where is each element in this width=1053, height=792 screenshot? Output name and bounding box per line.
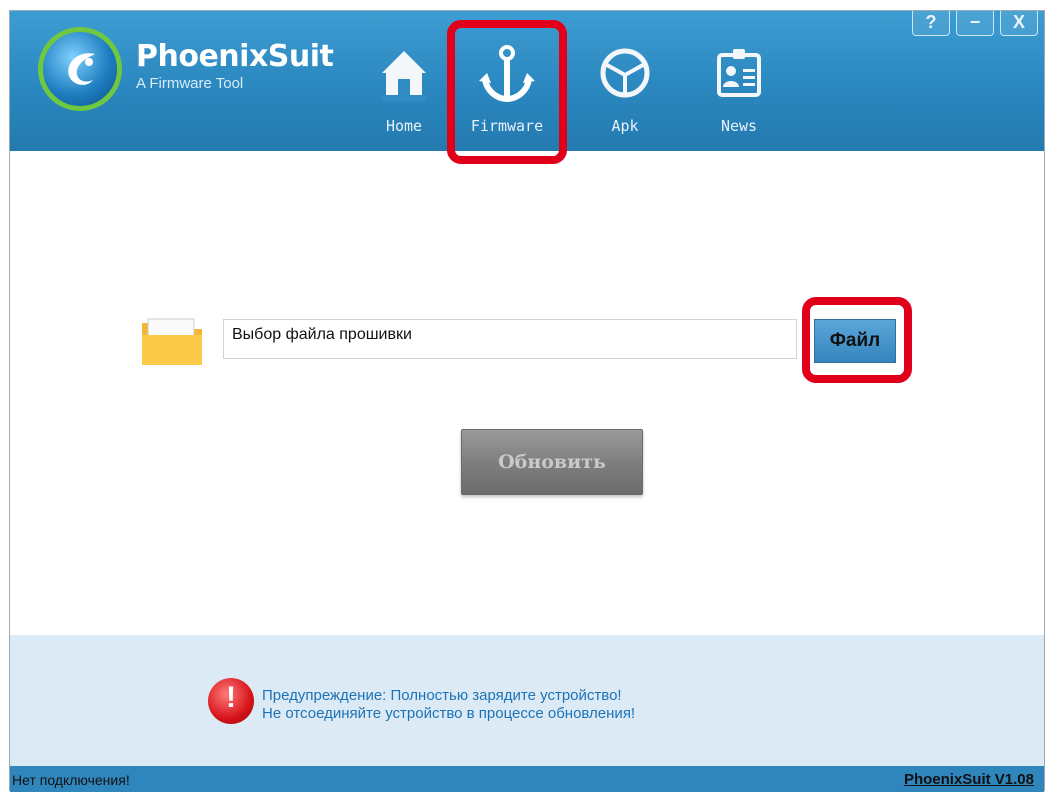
home-icon	[382, 51, 426, 101]
file-button[interactable]: Файл	[814, 319, 896, 363]
apk-icon	[600, 48, 650, 98]
firmware-file-input[interactable]: Выбор файла прошивки	[223, 319, 797, 359]
header: PhoenixSuit A Firmware Tool Home Firmwar…	[10, 11, 1044, 151]
warning-line-2: Не отсоединяйте устройство в процессе об…	[262, 705, 636, 722]
connection-status: Нет подключения!	[12, 772, 130, 788]
status-bar: Нет подключения! PhoenixSuit V1.08	[10, 766, 1044, 792]
app-window: PhoenixSuit A Firmware Tool Home Firmwar…	[9, 10, 1045, 792]
nav-news[interactable]: News	[691, 33, 787, 151]
folder-icon	[142, 318, 202, 365]
window-controls: ? − X	[912, 11, 1038, 36]
version-link[interactable]: PhoenixSuit V1.08	[904, 771, 1034, 788]
help-button[interactable]: ?	[912, 11, 950, 36]
warning-icon: !	[208, 678, 254, 724]
warning-panel: ! Предупреждение: Полностью зарядите уст…	[10, 635, 1044, 766]
anchor-icon	[479, 45, 535, 103]
close-button[interactable]: X	[1000, 11, 1038, 36]
app-brand: PhoenixSuit	[136, 39, 334, 74]
app-tagline: A Firmware Tool	[136, 75, 244, 92]
nav-apk-label: Apk	[611, 117, 639, 135]
news-icon	[717, 49, 761, 97]
update-button[interactable]: Обновить	[461, 429, 643, 495]
nav-home[interactable]: Home	[356, 33, 452, 151]
minimize-button[interactable]: −	[956, 11, 994, 36]
nav-apk[interactable]: Apk	[577, 33, 673, 151]
phoenixsuit-logo	[38, 27, 122, 111]
logo-swirl-icon	[68, 53, 95, 85]
warning-text: Предупреждение: Полностью зарядите устро…	[262, 687, 635, 723]
nav-firmware-label: Firmware	[470, 117, 544, 135]
nav-firmware[interactable]: Firmware	[459, 33, 555, 151]
nav-news-label: News	[720, 117, 758, 135]
warning-line-1: Предупреждение: Полностью зарядите устро…	[262, 687, 622, 704]
nav-home-label: Home	[385, 117, 423, 135]
